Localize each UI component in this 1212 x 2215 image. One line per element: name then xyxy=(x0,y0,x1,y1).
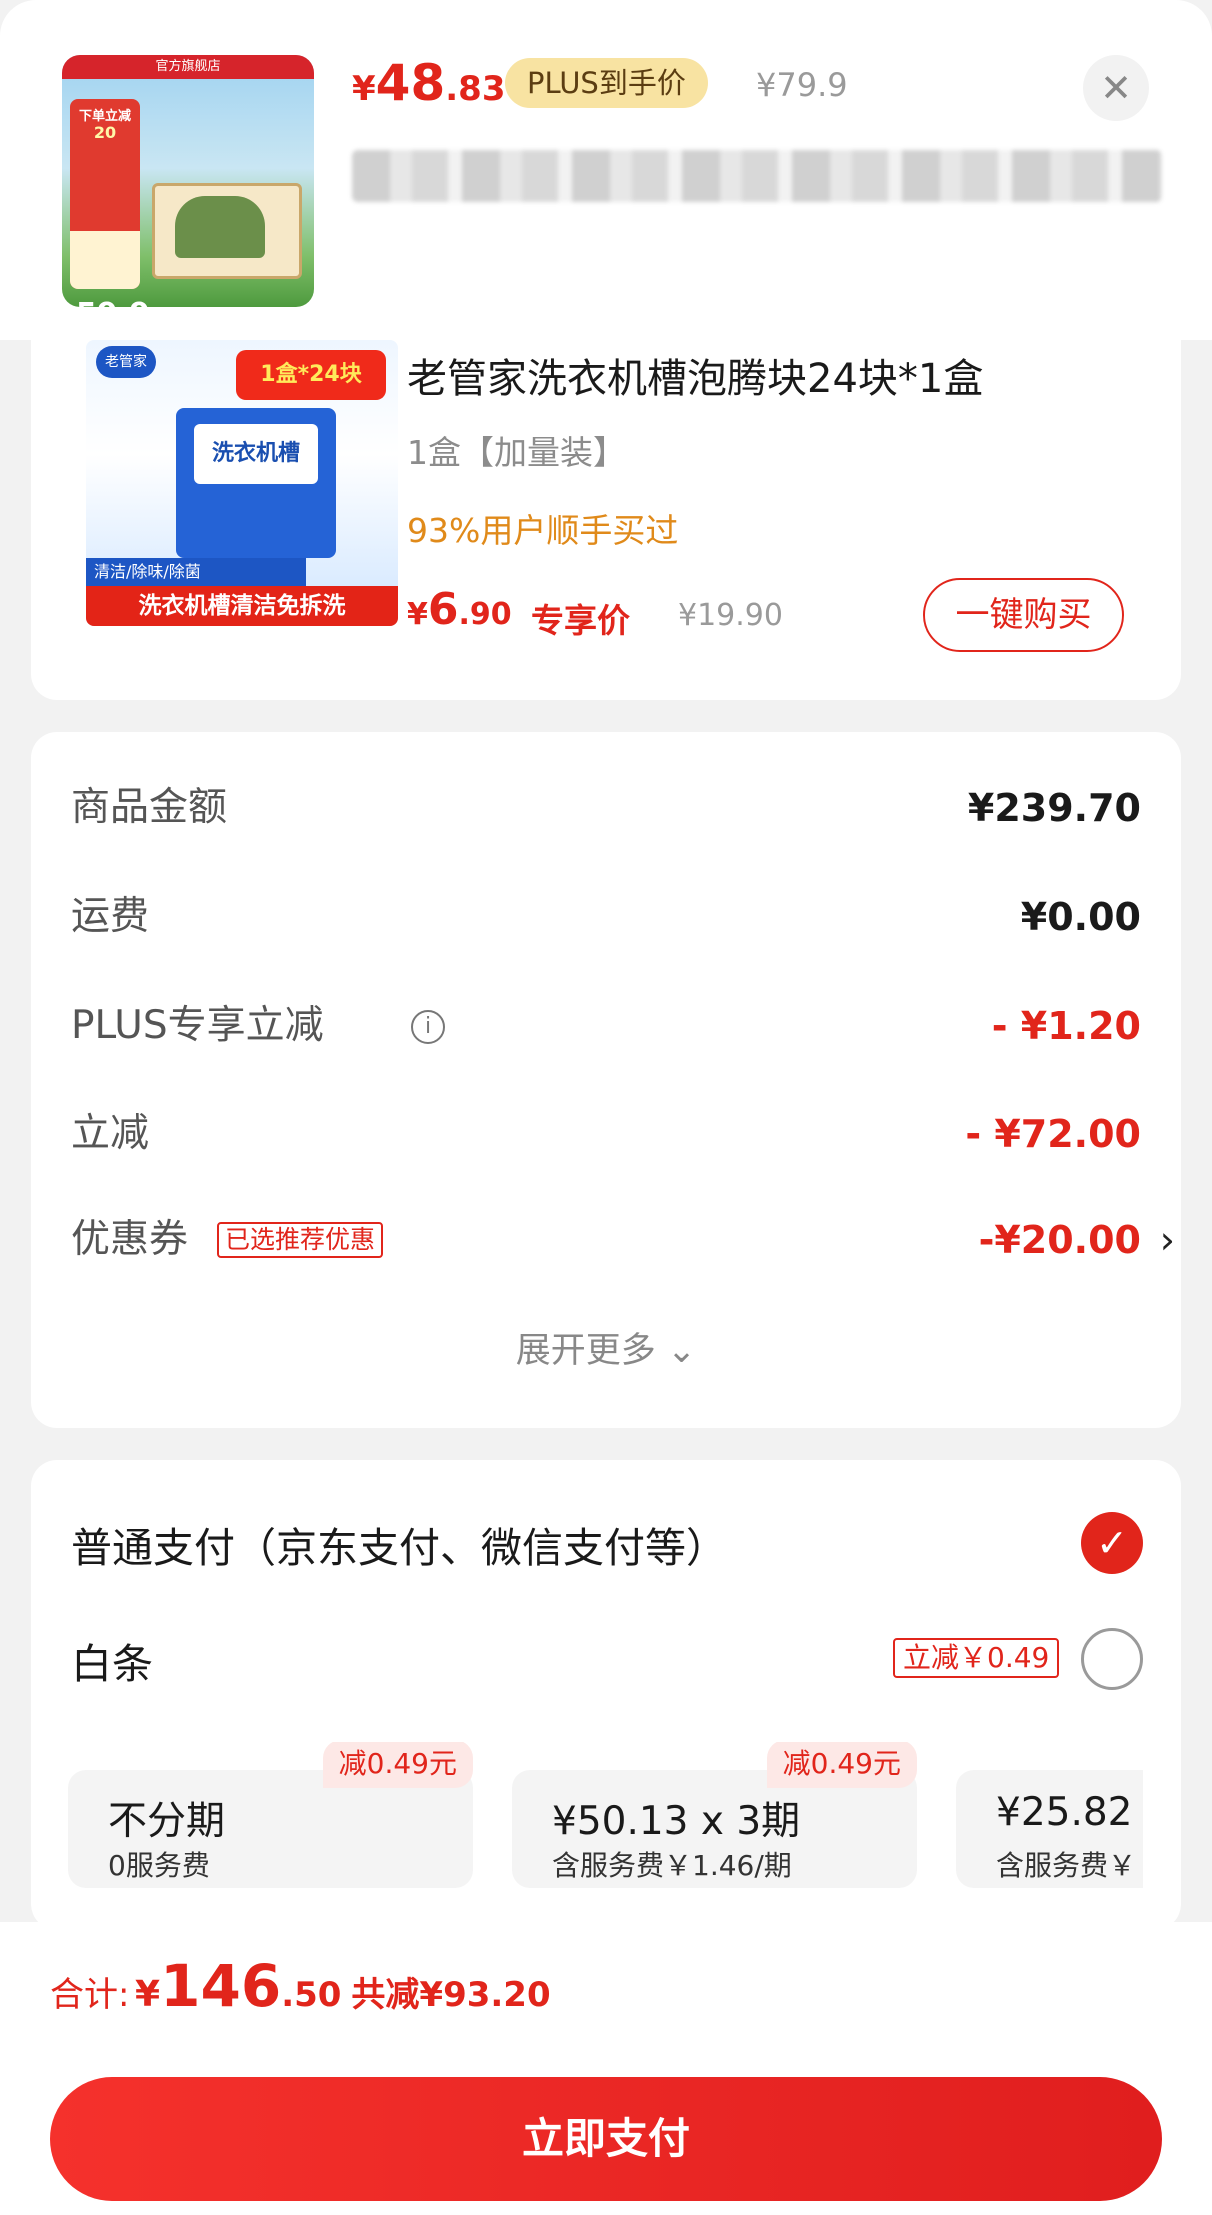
instant-discount-label: 立减 xyxy=(71,1111,150,1156)
thumbnail-scene xyxy=(175,196,265,258)
plan-main-text: ¥50.13 x 3期 xyxy=(552,1799,801,1844)
product-sheet-header: 官方旗舰店 下单立减 20 59.9 ¥48.83 PLUS到手价 ¥79.9 … xyxy=(0,0,1212,340)
plus-discount-label: PLUS专享立减 xyxy=(71,1003,324,1048)
shipping-label: 运费 xyxy=(71,894,150,939)
recommended-product-rate: 93%用户顺手买过 xyxy=(407,511,679,550)
exclusive-price-label: 专享价 xyxy=(531,601,630,640)
instant-discount-value: - ¥72.00 xyxy=(965,1112,1141,1156)
plan-main-text: 不分期 xyxy=(108,1799,226,1844)
goods-amount-label: 商品金额 xyxy=(71,785,228,830)
installment-plan[interactable]: 减0.49元 ¥50.13 x 3期 含服务费￥1.46/期 xyxy=(512,1742,917,1888)
baitiao-label[interactable]: 白条 xyxy=(71,1630,153,1690)
rec-price-integer: 6 xyxy=(427,584,459,635)
thumbnail-promo-line1: 下单立减 xyxy=(78,109,131,124)
coupon-tag: 已选推荐优惠 xyxy=(217,1222,384,1258)
pay-now-button[interactable]: 立即支付 xyxy=(50,2077,1162,2201)
thumbnail-promo-line2: 20 xyxy=(93,123,117,142)
shipping-value: ¥0.00 xyxy=(1020,895,1141,939)
coupon-value: -¥20.00 xyxy=(978,1218,1141,1262)
total-saved: 共减¥93.20 xyxy=(351,1975,551,2015)
shipping-row: 运费 ¥0.00 xyxy=(71,887,1141,947)
thumbnail-product-box xyxy=(152,183,302,279)
payment-method-card: 普通支付（京东支付、微信支付等） ✓ 白条 立减￥0.49 减0.49元 不分期… xyxy=(31,1460,1181,1930)
brand-logo: 老管家 xyxy=(96,346,156,378)
product-box: 洗衣机槽 xyxy=(176,408,336,558)
recommended-original-price: ¥19.90 xyxy=(678,598,783,633)
goods-amount-value: ¥239.70 xyxy=(967,786,1141,830)
total-label: 合计: xyxy=(50,1975,130,2015)
plan-discount-badge: 减0.49元 xyxy=(766,1742,917,1788)
plus-price-integer: 48 xyxy=(375,54,446,112)
close-button[interactable]: ✕ xyxy=(1083,55,1149,121)
installment-plans: 减0.49元 不分期 0服务费 减0.49元 ¥50.13 x 3期 含服务费￥… xyxy=(68,1742,1143,1902)
plan-sub-text: 含服务费￥1.46/期 xyxy=(552,1849,792,1882)
plus-price-decimal: .83 xyxy=(445,69,506,109)
installment-plan[interactable]: ¥25.82 含服务费￥ xyxy=(956,1770,1143,1888)
thumbnail-price: 59.9 xyxy=(76,297,150,307)
info-icon[interactable]: i xyxy=(411,1010,445,1044)
order-total: 合计: ¥146.50 共减¥93.20 xyxy=(50,1952,551,2020)
quick-buy-button[interactable]: 一键购买 xyxy=(923,578,1124,652)
product-feature-strip: 清洁/除味/除菌 xyxy=(86,558,306,586)
checkout-bar: 合计: ¥146.50 共减¥93.20 立即支付 xyxy=(0,1922,1212,2215)
baitiao-discount-tag: 立减￥0.49 xyxy=(893,1638,1060,1678)
thumbnail-store-bar: 官方旗舰店 xyxy=(62,55,314,79)
coupon-row[interactable]: 优惠券 已选推荐优惠 -¥20.00 › xyxy=(71,1210,1175,1270)
plan-sub-text: 0服务费 xyxy=(108,1849,210,1882)
quantity-badge: 1盒*24块 xyxy=(236,350,386,400)
rec-price-decimal: .90 xyxy=(458,597,512,632)
plus-price: ¥48.83 xyxy=(352,54,506,112)
plan-main-text: ¥25.82 xyxy=(996,1790,1133,1835)
chevron-right-icon[interactable]: › xyxy=(1160,1210,1175,1270)
installment-plan[interactable]: 减0.49元 不分期 0服务费 xyxy=(68,1742,473,1888)
total-currency: ¥ xyxy=(135,1974,161,2015)
expand-more-button[interactable]: 展开更多 ⌄ xyxy=(31,1322,1181,1373)
rec-price-currency: ¥ xyxy=(407,597,428,632)
recommended-product-card: 老管家 1盒*24块 洗衣机槽 清洁/除味/除菌 洗衣机槽清洁免拆洗 老管家洗衣… xyxy=(31,338,1181,700)
recommended-product-spec: 1盒【加量装】 xyxy=(407,433,626,472)
plus-discount-value: - ¥1.20 xyxy=(991,1004,1141,1048)
thumbnail-badge xyxy=(70,231,140,289)
plus-price-currency: ¥ xyxy=(352,69,376,109)
normal-payment-label[interactable]: 普通支付（京东支付、微信支付等） xyxy=(71,1514,727,1574)
order-amount-card: 商品金额 ¥239.70 运费 ¥0.00 PLUS专享立减 i - ¥1.20… xyxy=(31,732,1181,1428)
recommended-product-image[interactable]: 老管家 1盒*24块 洗衣机槽 清洁/除味/除菌 洗衣机槽清洁免拆洗 xyxy=(86,340,398,626)
plan-sub-text: 含服务费￥ xyxy=(996,1849,1137,1882)
thumbnail-promo-panel: 下单立减 20 xyxy=(70,99,140,289)
blurred-address xyxy=(352,150,1162,202)
recommended-product-price: ¥6.90 xyxy=(407,584,512,635)
plan-discount-badge: 减0.49元 xyxy=(322,1742,473,1788)
product-thumbnail: 官方旗舰店 下单立减 20 59.9 xyxy=(62,55,314,307)
product-banner: 洗衣机槽清洁免拆洗 xyxy=(86,586,398,626)
total-integer: 146 xyxy=(160,1952,282,2020)
original-price: ¥79.9 xyxy=(756,66,848,104)
checkmark-selected-icon[interactable]: ✓ xyxy=(1081,1512,1143,1574)
plus-price-tag: PLUS到手价 xyxy=(505,58,708,108)
total-decimal: .50 xyxy=(281,1975,342,2015)
instant-discount-row: 立减 - ¥72.00 xyxy=(71,1104,1141,1164)
coupon-label: 优惠券 xyxy=(71,1217,189,1262)
product-box-label: 洗衣机槽 xyxy=(194,424,318,484)
plus-discount-row: PLUS专享立减 i - ¥1.20 xyxy=(71,996,1141,1056)
radio-unselected-icon[interactable] xyxy=(1081,1628,1143,1690)
goods-amount-row: 商品金额 ¥239.70 xyxy=(71,778,1141,838)
recommended-product-title[interactable]: 老管家洗衣机槽泡腾块24块*1盒 xyxy=(407,346,983,404)
